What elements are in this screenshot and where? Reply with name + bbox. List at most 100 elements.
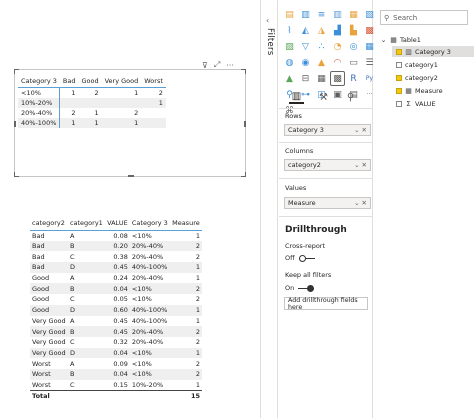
resize-handle-bottom-left[interactable]: [14, 172, 19, 177]
field-item[interactable]: ▥ Category 3: [392, 46, 474, 57]
matrix-cell: [59, 97, 79, 108]
map-icon[interactable]: ◍: [283, 56, 296, 69]
chevron-down-icon[interactable]: ⌄: [354, 199, 359, 207]
table-cell: C: [69, 252, 75, 261]
matrix-cell: 2: [158, 88, 163, 97]
matrix-column-header[interactable]: Good: [78, 75, 102, 88]
columns-field-well[interactable]: category2 ⌄ ✕: [284, 159, 371, 171]
table-column-header[interactable]: Measure: [170, 217, 202, 231]
kpi-icon[interactable]: ▲: [283, 72, 296, 85]
matrix-icon[interactable]: ▩: [330, 71, 345, 86]
matrix-row-header[interactable]: 40%-100%: [18, 117, 61, 128]
remove-field-icon[interactable]: ✕: [362, 126, 367, 134]
waterfall-icon[interactable]: ▨: [283, 40, 296, 53]
field-checkbox[interactable]: [396, 74, 402, 81]
table-column-header[interactable]: category2: [30, 217, 68, 231]
field-item[interactable]: ▦ Measure: [392, 85, 474, 96]
scatter-icon[interactable]: ∴: [315, 40, 328, 53]
divider: [279, 178, 373, 179]
matrix-column-header[interactable]: Worst: [141, 75, 166, 88]
table-cell: Good: [32, 295, 50, 304]
clustered-bar-icon[interactable]: ≡: [315, 8, 328, 21]
field-checkbox[interactable]: [396, 100, 402, 107]
analytics-magnifier-icon[interactable]: ⚲: [343, 90, 358, 104]
matrix-row-header[interactable]: <10%: [18, 87, 61, 98]
resize-handle-left[interactable]: [14, 121, 16, 127]
matrix-cell: 1: [141, 97, 166, 108]
rows-field-well[interactable]: Category 3 ⌄ ✕: [284, 124, 371, 136]
line-chart-icon[interactable]: ⌇: [283, 24, 296, 37]
table-cell: 40%-100%: [131, 316, 168, 325]
line-stacked-column-icon[interactable]: ▙: [347, 24, 360, 37]
cross-report-toggle[interactable]: [298, 254, 315, 262]
table-cell: <10%: [131, 231, 152, 240]
donut-icon[interactable]: ◎: [347, 40, 360, 53]
line-column-icon[interactable]: ▟: [331, 24, 344, 37]
field-item[interactable]: Σ VALUE: [392, 98, 474, 109]
funnel-icon[interactable]: ▽: [299, 40, 312, 53]
100-stacked-bar-icon[interactable]: ▦: [347, 8, 360, 21]
pie-chart-icon[interactable]: ◔: [331, 40, 344, 53]
clustered-column-icon[interactable]: ▥: [331, 8, 344, 21]
r-script-icon[interactable]: R: [347, 72, 360, 85]
matrix-visual[interactable]: Category 3 Bad Good Very Good Worst <10%…: [14, 69, 246, 177]
search-input[interactable]: ⚲ Search: [380, 10, 468, 25]
rows-field-name: Category 3: [288, 126, 324, 134]
matrix-column-header[interactable]: Bad: [59, 75, 79, 88]
table-cell: Very Good: [30, 326, 68, 337]
field-checkbox[interactable]: [396, 48, 402, 55]
table-column-header[interactable]: Category 3: [129, 217, 171, 231]
table-name: Table1: [400, 35, 421, 44]
table-node[interactable]: ⌄ ▦ Table1: [380, 34, 421, 45]
matrix-row-header[interactable]: 20%-40%: [18, 107, 61, 118]
values-field-well[interactable]: Measure ⌄ ✕: [284, 197, 371, 209]
table-cell: 0.05: [113, 295, 128, 304]
resize-handle-bottom-right[interactable]: [241, 172, 246, 177]
field-item[interactable]: category1: [392, 59, 474, 70]
remove-field-icon[interactable]: ✕: [362, 199, 367, 207]
stacked-area-icon[interactable]: ◮: [315, 24, 328, 37]
chevron-down-icon[interactable]: ⌄: [354, 126, 359, 134]
table-row: Good A 0.24 20%-40% 1: [30, 273, 202, 284]
fields-tab-icon[interactable]: ▥: [289, 90, 304, 104]
table-column-header[interactable]: VALUE: [105, 217, 130, 231]
table-icon[interactable]: ▦: [315, 72, 328, 85]
filters-pane-collapsed[interactable]: [260, 0, 278, 418]
table-cell: A: [69, 231, 75, 240]
divider: [279, 216, 373, 217]
divider: [279, 142, 373, 143]
stacked-bar-icon[interactable]: ▤: [283, 8, 296, 21]
resize-handle-top-left[interactable]: [14, 69, 19, 74]
field-item[interactable]: category2: [392, 72, 474, 83]
format-paint-roller-icon[interactable]: ⚒: [316, 90, 331, 104]
gauge-icon[interactable]: ◠: [331, 56, 344, 69]
slicer-icon[interactable]: ⊟: [299, 72, 312, 85]
matrix-row-header[interactable]: 10%-20%: [18, 97, 61, 108]
card-icon[interactable]: ▭: [347, 56, 360, 69]
filters-label[interactable]: Filters: [265, 28, 275, 56]
report-canvas[interactable]: ⊽ ⤢ ··· Category 3 Bad Good Very Good Wo…: [0, 0, 260, 418]
table-visual[interactable]: category2 category1 VALUE Category 3 Mea…: [30, 217, 204, 402]
table-cell: Very Good: [32, 316, 66, 325]
table-column-header[interactable]: category1: [67, 217, 106, 231]
shape-map-icon[interactable]: ▲: [315, 56, 328, 69]
table-cell: A: [69, 316, 75, 325]
resize-handle-right[interactable]: [244, 121, 246, 127]
matrix-column-header[interactable]: Very Good: [101, 75, 142, 88]
drillthrough-drop-zone[interactable]: Add drillthrough fields here: [284, 297, 368, 311]
field-checkbox[interactable]: [396, 61, 402, 68]
rows-label: Rows: [285, 112, 302, 120]
chevron-down-icon[interactable]: ⌄: [380, 36, 387, 44]
filled-map-icon[interactable]: ◉: [299, 56, 312, 69]
resize-handle-top-right[interactable]: [241, 69, 246, 74]
area-chart-icon[interactable]: ◭: [299, 24, 312, 37]
keep-filters-toggle[interactable]: [298, 284, 315, 292]
chevron-down-icon[interactable]: ⌄: [354, 161, 359, 169]
matrix-corner-header[interactable]: Category 3: [18, 75, 60, 88]
resize-handle-bottom[interactable]: [128, 175, 134, 177]
table-cell: 1: [195, 274, 200, 283]
stacked-column-icon[interactable]: ▥: [299, 8, 312, 21]
remove-field-icon[interactable]: ✕: [362, 161, 367, 169]
field-checkbox[interactable]: [396, 87, 402, 94]
expand-filters-icon[interactable]: ‹: [266, 16, 269, 25]
